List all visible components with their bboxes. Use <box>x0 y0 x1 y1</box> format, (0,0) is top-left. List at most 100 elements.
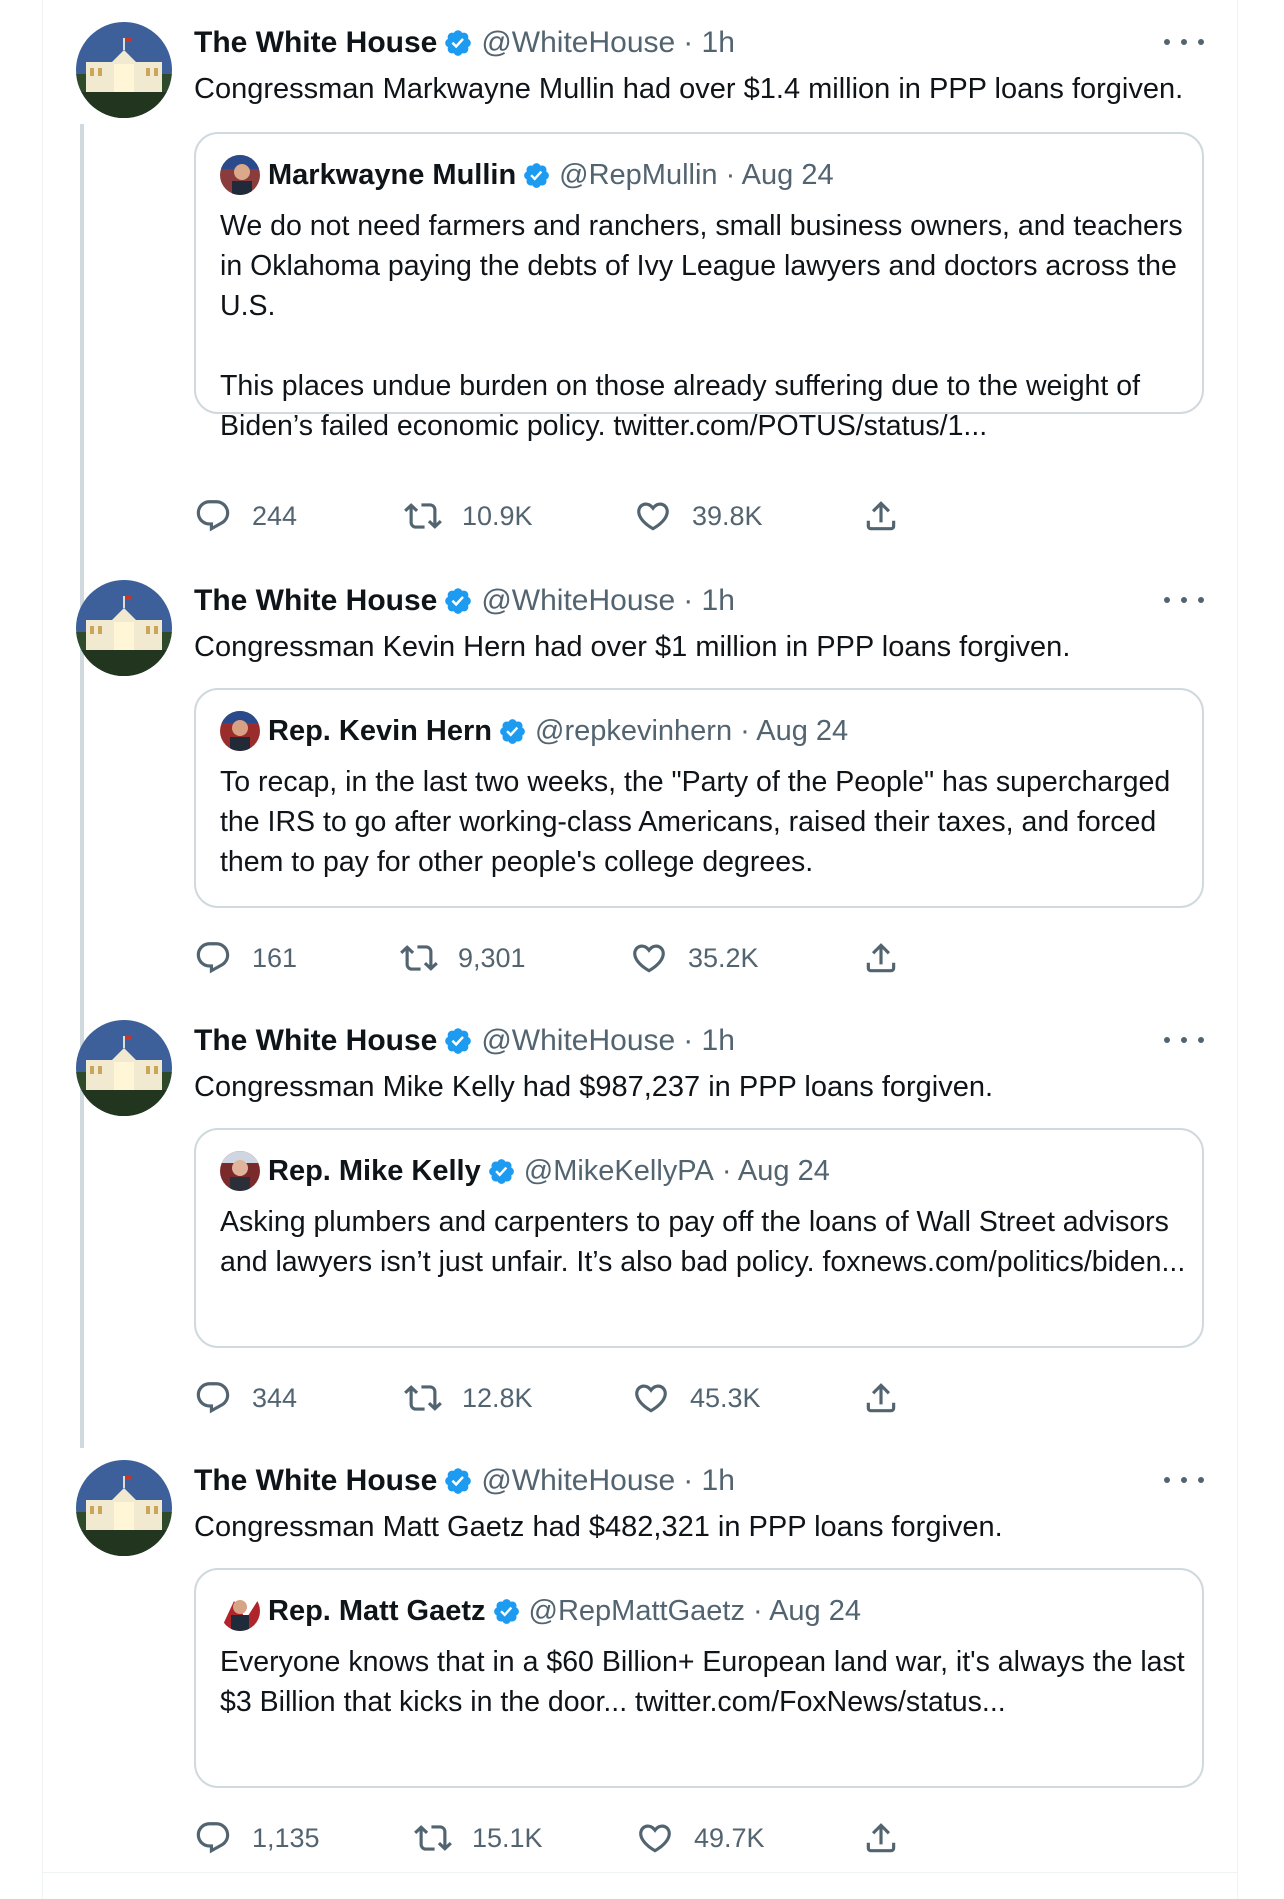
person-avatar-image <box>220 1151 260 1191</box>
retweet-count: 9,301 <box>458 942 526 973</box>
quoted-avatar[interactable] <box>220 155 260 195</box>
share-button[interactable] <box>862 938 900 978</box>
quoted-tweet[interactable]: Rep. Matt Gaetz @RepMattGaetz · Aug 24 E… <box>194 1568 1204 1788</box>
quoted-date: · Aug 24 <box>740 714 849 747</box>
like-button[interactable]: 49.7K <box>636 1818 765 1858</box>
author-name[interactable]: The White House <box>194 1464 437 1498</box>
person-avatar-image <box>220 1591 260 1631</box>
tweet[interactable]: The White House @WhiteHouse · 1h Congres… <box>42 0 1238 532</box>
reply-icon <box>196 500 230 532</box>
quoted-paragraph: Asking plumbers and carpenters to pay of… <box>220 1206 1186 1278</box>
quoted-avatar[interactable] <box>220 711 260 751</box>
retweet-count: 15.1K <box>472 1822 543 1853</box>
like-count: 49.7K <box>694 1822 765 1853</box>
quoted-tweet[interactable]: Rep. Kevin Hern @repkevinhern · Aug 24 T… <box>194 688 1204 908</box>
tweet[interactable]: The White House @WhiteHouse · 1h Congres… <box>42 1000 1238 1420</box>
like-button[interactable]: 35.2K <box>630 938 759 978</box>
tweet-timestamp[interactable]: · 1h <box>683 1464 735 1498</box>
quoted-text: We do not need farmers and ranchers, sma… <box>220 206 1186 446</box>
author-handle[interactable]: @WhiteHouse <box>481 1464 675 1498</box>
retweet-button[interactable]: 15.1K <box>414 1818 543 1858</box>
like-count: 39.8K <box>692 500 763 531</box>
reply-button[interactable]: 161 <box>194 938 297 978</box>
quoted-paragraph: This places undue burden on those alread… <box>220 370 1141 442</box>
tweet-actions: 344 12.8K 45.3K <box>194 1378 1094 1418</box>
quoted-tweet[interactable]: Markwayne Mullin @RepMullin · Aug 24 We … <box>194 132 1204 442</box>
avatar[interactable] <box>76 580 172 676</box>
reply-button[interactable]: 344 <box>194 1378 297 1418</box>
retweet-button[interactable]: 12.8K <box>404 1378 533 1418</box>
reply-icon <box>196 942 230 974</box>
quoted-text: To recap, in the last two weeks, the "Pa… <box>220 762 1186 882</box>
author-name[interactable]: The White House <box>194 26 437 60</box>
tweet-timestamp[interactable]: · 1h <box>683 584 735 618</box>
author-handle[interactable]: @WhiteHouse <box>481 26 675 60</box>
reply-button[interactable]: 1,135 <box>194 1818 320 1858</box>
like-icon <box>633 944 665 973</box>
author-handle[interactable]: @WhiteHouse <box>481 584 675 618</box>
share-button[interactable] <box>862 1378 900 1418</box>
white-house-avatar-image <box>76 1020 172 1116</box>
like-button[interactable]: 39.8K <box>634 496 763 536</box>
quoted-date: · Aug 24 <box>725 158 834 191</box>
more-icon[interactable] <box>1164 30 1204 54</box>
retweet-icon <box>404 503 442 529</box>
like-icon <box>637 502 669 531</box>
retweet-button[interactable]: 9,301 <box>400 938 526 978</box>
more-icon[interactable] <box>1164 1468 1204 1492</box>
white-house-avatar-image <box>76 1460 172 1556</box>
quoted-author-handle: @RepMullin <box>559 158 718 191</box>
avatar[interactable] <box>76 1020 172 1116</box>
tweet[interactable]: The White House @WhiteHouse · 1h Congres… <box>42 1440 1238 1872</box>
author-name[interactable]: The White House <box>194 584 437 618</box>
share-button[interactable] <box>862 1818 900 1858</box>
tweet-actions: 161 9,301 35.2K <box>194 938 1094 978</box>
like-button[interactable]: 45.3K <box>632 1378 761 1418</box>
quoted-author-handle: @repkevinhern <box>535 714 733 747</box>
quoted-author-name[interactable]: Rep. Mike Kelly <box>268 1155 481 1188</box>
quoted-date: · Aug 24 <box>752 1594 861 1627</box>
share-icon <box>866 501 896 531</box>
quoted-author-handle: @RepMattGaetz <box>528 1594 745 1627</box>
reply-count: 244 <box>252 500 298 531</box>
quoted-author-name[interactable]: Rep. Matt Gaetz <box>268 1595 486 1628</box>
quoted-tweet[interactable]: Rep. Mike Kelly @MikeKellyPA · Aug 24 As… <box>194 1128 1204 1348</box>
reply-count: 161 <box>252 942 298 973</box>
share-button[interactable] <box>862 496 900 536</box>
quoted-author-name[interactable]: Markwayne Mullin <box>268 159 516 192</box>
avatar[interactable] <box>76 22 172 118</box>
retweet-icon <box>404 1385 442 1411</box>
verified-badge-icon <box>445 1028 472 1054</box>
quoted-date: · Aug 24 <box>721 1154 830 1187</box>
verified-badge-icon <box>445 588 472 614</box>
retweet-count: 10.9K <box>462 500 533 531</box>
share-icon <box>866 943 896 973</box>
reply-count: 1,135 <box>252 1822 320 1853</box>
quoted-avatar[interactable] <box>220 1151 260 1191</box>
tweet[interactable]: The White House @WhiteHouse · 1h Congres… <box>42 560 1238 980</box>
like-count: 45.3K <box>690 1382 761 1413</box>
avatar[interactable] <box>76 1460 172 1556</box>
author-name[interactable]: The White House <box>194 1024 437 1058</box>
verified-badge-icon <box>445 1468 472 1494</box>
tweet-timestamp[interactable]: · 1h <box>683 26 735 60</box>
person-avatar-image <box>220 711 260 751</box>
quoted-text: Asking plumbers and carpenters to pay of… <box>220 1202 1186 1282</box>
share-icon <box>866 1823 896 1853</box>
author-handle[interactable]: @WhiteHouse <box>481 1024 675 1058</box>
quoted-avatar[interactable] <box>220 1591 260 1631</box>
share-icon <box>866 1383 896 1413</box>
tweet-actions: 1,135 15.1K 49.7K <box>194 1818 1094 1858</box>
quoted-author-handle: @MikeKellyPA <box>523 1154 714 1187</box>
white-house-avatar-image <box>76 22 172 118</box>
tweet-timestamp[interactable]: · 1h <box>683 1024 735 1058</box>
tweet-actions: 244 10.9K 39.8K <box>194 496 1094 536</box>
quoted-author-name[interactable]: Rep. Kevin Hern <box>268 715 492 748</box>
more-icon[interactable] <box>1164 1028 1204 1052</box>
retweet-button[interactable]: 10.9K <box>404 496 533 536</box>
reply-count: 344 <box>252 1382 298 1413</box>
reply-icon <box>196 1382 230 1414</box>
more-icon[interactable] <box>1164 588 1204 612</box>
reply-button[interactable]: 244 <box>194 496 297 536</box>
retweet-count: 12.8K <box>462 1382 533 1413</box>
